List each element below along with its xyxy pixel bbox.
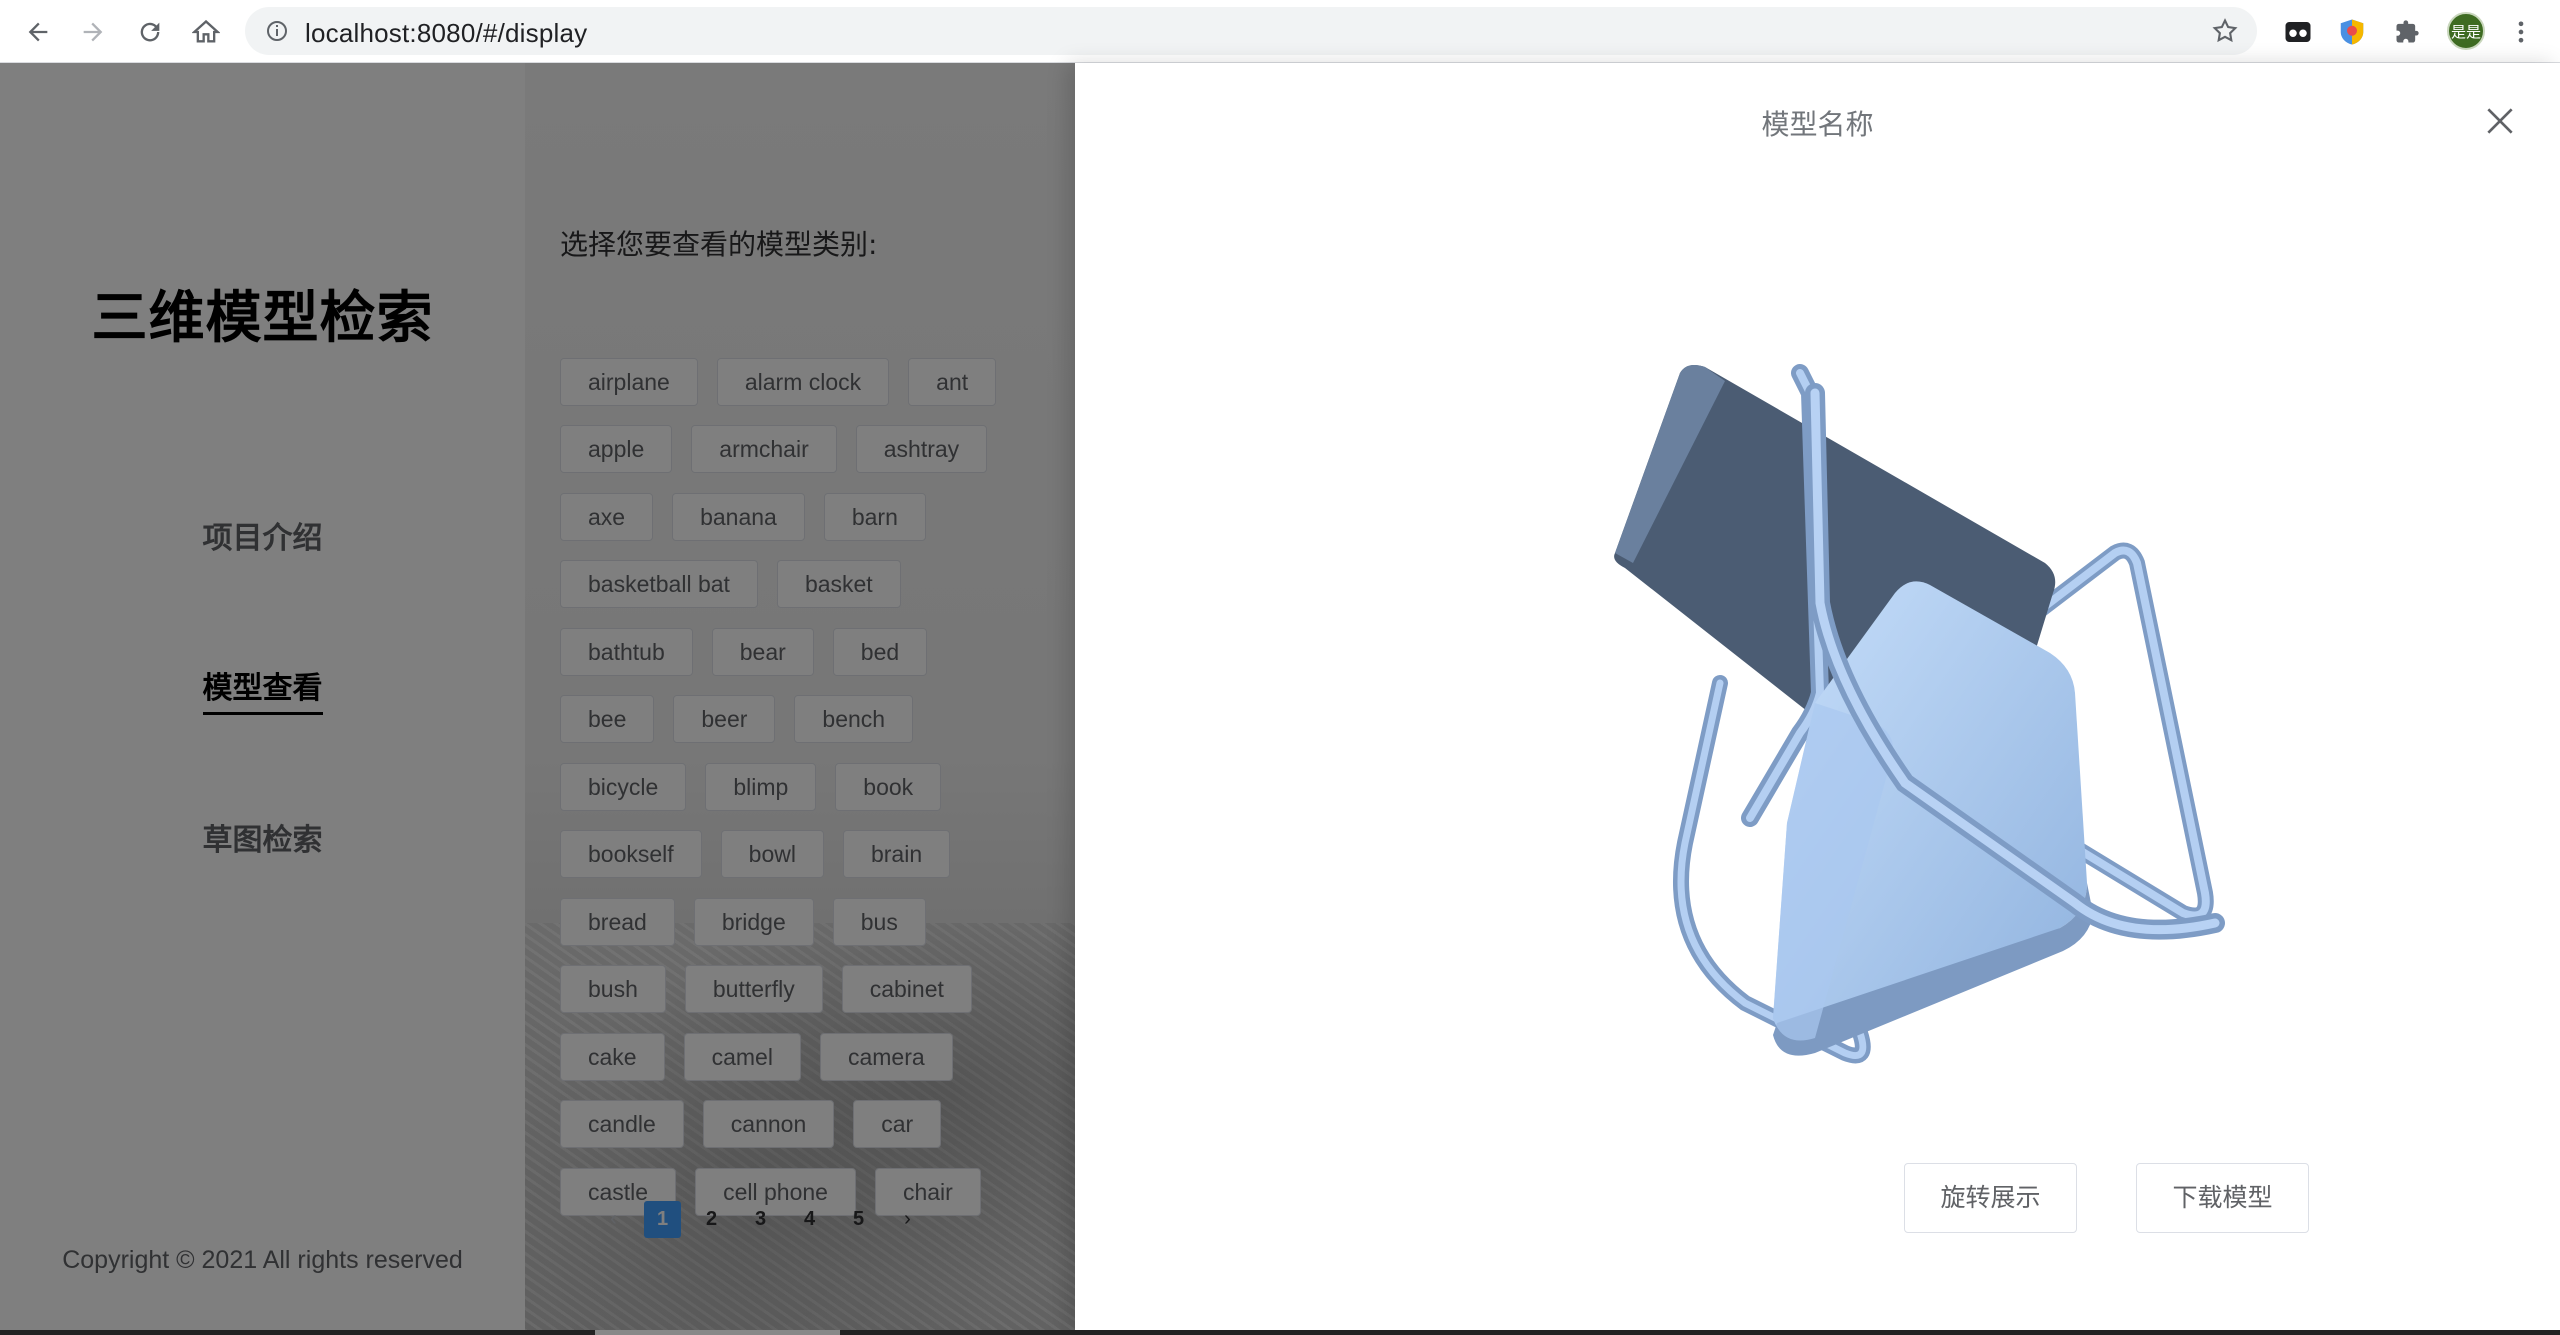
home-button[interactable] [188,14,224,50]
reload-icon [140,22,160,42]
chair-model [1614,364,2225,1064]
drawer-backdrop[interactable] [0,63,1075,1332]
extension-shield-icon[interactable] [2333,13,2371,51]
app: 三维模型检索 项目介绍 模型查看 草图检索 Copyright © 2021 A… [0,63,2560,1332]
rotate-display-button[interactable]: 旋转展示 [1904,1163,2077,1233]
info-icon [267,21,287,41]
home-icon [192,19,220,43]
back-button[interactable] [20,14,56,50]
drawer-title: 模型名称 [1761,108,1874,141]
forward-button[interactable] [75,14,111,50]
model-viewer-canvas[interactable] [1515,263,2295,1103]
back-arrow-icon [28,22,48,42]
profile-avatar[interactable]: 是是 [2447,12,2485,50]
more-menu-icon[interactable] [2502,13,2540,51]
download-model-button[interactable]: 下载模型 [2136,1163,2309,1233]
address-bar[interactable]: localhost:8080/#/display [245,7,2257,55]
close-icon[interactable] [2480,101,2520,141]
forward-arrow-icon [83,22,103,42]
horizontal-scrollbar[interactable] [0,1330,2560,1335]
extensions-puzzle-icon[interactable] [2388,13,2426,51]
browser-toolbar: localhost:8080/#/display 是是 [0,0,2560,63]
model-drawer: 模型名称 旋转展示 下载模型 [1075,63,2560,1332]
url-text: localhost:8080/#/display [305,18,588,48]
extension-mask-icon[interactable] [2279,13,2317,51]
scrollbar-thumb[interactable] [595,1330,840,1335]
reload-button[interactable] [132,14,168,50]
bookmark-star-icon[interactable] [2211,17,2239,45]
